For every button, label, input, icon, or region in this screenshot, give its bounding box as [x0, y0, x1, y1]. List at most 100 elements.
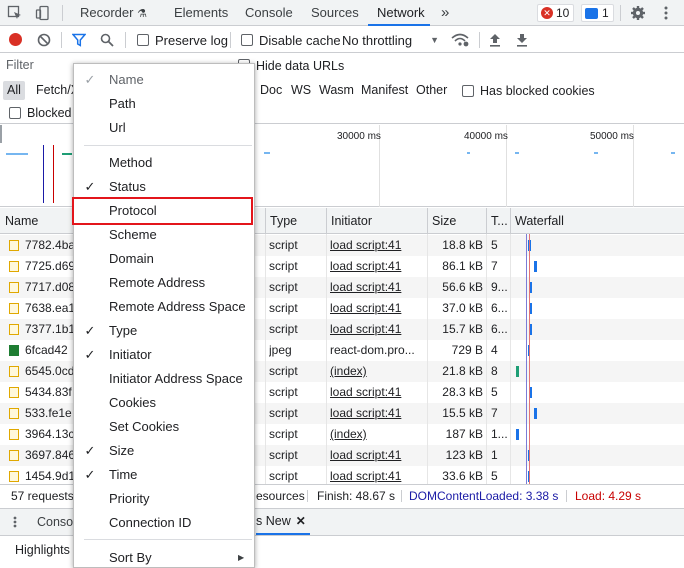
device-toolbar-icon[interactable]: [34, 4, 52, 22]
waterfall-bar: [530, 282, 532, 293]
cell-initiator[interactable]: load script:41: [330, 256, 424, 277]
cell-size: 15.7 kB: [442, 322, 483, 336]
column-context-menu: ✓ Name Path Url Method ✓ Status Protocol Scheme D…: [73, 63, 255, 568]
column-type-header[interactable]: Type: [265, 208, 297, 234]
error-icon: ✕: [541, 7, 553, 19]
tab-console[interactable]: Console: [245, 0, 293, 26]
column-name-header[interactable]: Name: [0, 208, 38, 234]
menu-item-label: Cookies: [109, 395, 156, 410]
message-icon: [585, 7, 598, 19]
blocked-requests-box[interactable]: [9, 107, 21, 119]
tab-recorder[interactable]: Recorder ⚗: [80, 0, 147, 26]
dcl-time: DOMContentLoaded: 3.38 s: [409, 489, 559, 503]
column-time-header[interactable]: T...: [486, 208, 508, 234]
has-blocked-cookies-box[interactable]: [462, 84, 474, 97]
menu-item-priority[interactable]: Priority: [74, 487, 254, 511]
cell-initiator[interactable]: load script:41: [330, 277, 424, 298]
menu-item-set-cookies[interactable]: Set Cookies: [74, 415, 254, 439]
cell-name: 3697.846: [25, 448, 73, 462]
overview-tick-40000: 40000 ms: [464, 131, 508, 142]
blocked-requests-checkbox[interactable]: Blocked: [9, 105, 71, 121]
menu-item-time[interactable]: ✓ Time: [74, 463, 254, 487]
drawer-menu-icon[interactable]: [12, 515, 18, 529]
column-initiator-header[interactable]: Initiator: [326, 208, 372, 234]
submenu-arrow-icon: ▶: [238, 553, 245, 562]
drawer-tab-console[interactable]: Conso: [37, 515, 73, 529]
cell-initiator[interactable]: load script:41: [330, 445, 424, 466]
hide-data-urls-checkbox[interactable]: I Hide data URLs: [256, 58, 344, 74]
network-conditions-icon[interactable]: [451, 32, 469, 48]
menu-separator: [84, 145, 252, 146]
close-icon[interactable]: ✕: [296, 514, 306, 528]
throttling-select[interactable]: No throttling ▼: [342, 27, 439, 53]
search-icon[interactable]: [99, 32, 115, 48]
column-waterfall-header[interactable]: Waterfall: [510, 208, 564, 234]
messages-badge[interactable]: 1: [581, 4, 614, 22]
menu-item-name: ✓ Name: [74, 68, 254, 92]
menu-item-initiator-address-space[interactable]: Initiator Address Space: [74, 367, 254, 391]
clear-icon[interactable]: [36, 32, 52, 48]
type-manifest[interactable]: Manifest: [361, 81, 408, 100]
type-wasm[interactable]: Wasm: [319, 81, 354, 100]
type-other[interactable]: Other: [416, 81, 447, 100]
more-tabs-button[interactable]: »: [441, 0, 449, 26]
has-blocked-cookies-checkbox[interactable]: Has blocked cookies: [462, 81, 595, 100]
type-doc[interactable]: Doc: [260, 81, 282, 100]
cell-initiator[interactable]: (index): [330, 361, 424, 382]
cell-time: 8: [491, 364, 498, 378]
menu-item-remote-address[interactable]: Remote Address: [74, 271, 254, 295]
tab-elements[interactable]: Elements: [174, 0, 228, 26]
overview-handle-left[interactable]: [0, 125, 2, 143]
menu-item-status[interactable]: ✓ Status: [74, 175, 254, 199]
menu-item-connection-id[interactable]: Connection ID: [74, 511, 254, 535]
cell-initiator[interactable]: load script:41: [330, 235, 424, 256]
script-file-icon: [9, 324, 19, 335]
menu-item-label: Name: [109, 72, 144, 87]
checkmark-icon: ✓: [84, 443, 96, 458]
cell-time: 5: [491, 385, 498, 399]
filter-icon[interactable]: [71, 32, 87, 48]
menu-item-domain[interactable]: Domain: [74, 247, 254, 271]
type-ws[interactable]: WS: [291, 81, 311, 100]
preserve-log-box[interactable]: [137, 34, 149, 46]
preserve-log-checkbox[interactable]: Preserve log: [137, 27, 228, 53]
drawer-tab-whats-new-label: s New: [256, 514, 291, 528]
cell-initiator[interactable]: load script:41: [330, 319, 424, 340]
image-file-icon: [9, 345, 19, 356]
tab-network[interactable]: Network: [368, 0, 430, 26]
type-all[interactable]: All: [3, 81, 25, 100]
menu-item-initiator[interactable]: ✓ Initiator: [74, 343, 254, 367]
inspect-element-icon[interactable]: [6, 4, 24, 22]
menu-item-remote-address-space[interactable]: Remote Address Space: [74, 295, 254, 319]
drawer-tab-whats-new[interactable]: s New ✕: [256, 509, 310, 535]
tab-recorder-label: Recorder: [80, 5, 134, 20]
menu-item-size[interactable]: ✓ Size: [74, 439, 254, 463]
more-options-icon[interactable]: [659, 4, 673, 22]
cell-initiator[interactable]: load script:41: [330, 382, 424, 403]
finish-time: Finish: 48.67 s: [317, 489, 396, 503]
menu-item-method[interactable]: Method: [74, 151, 254, 175]
menu-item-url[interactable]: Url: [74, 116, 254, 140]
column-size-header[interactable]: Size: [427, 208, 456, 234]
cell-initiator[interactable]: (index): [330, 424, 424, 445]
menu-item-label: Method: [109, 155, 153, 170]
overview-bar: [515, 152, 519, 154]
disable-cache-checkbox[interactable]: Disable cache: [241, 27, 341, 53]
menu-item-sort-by[interactable]: Sort By ▶: [74, 546, 254, 568]
cell-name: 6545.0cd: [25, 364, 73, 378]
filter-input[interactable]: Filter: [6, 58, 70, 74]
errors-badge[interactable]: ✕ 10: [537, 4, 575, 22]
cell-time: 6...: [491, 301, 508, 315]
settings-gear-icon[interactable]: [629, 4, 647, 22]
cell-initiator[interactable]: load script:41: [330, 403, 424, 424]
menu-item-type[interactable]: ✓ Type: [74, 319, 254, 343]
import-har-icon[interactable]: [488, 32, 502, 48]
menu-item-cookies[interactable]: Cookies: [74, 391, 254, 415]
cell-initiator[interactable]: load script:41: [330, 298, 424, 319]
disable-cache-box[interactable]: [241, 34, 253, 46]
export-har-icon[interactable]: [515, 32, 529, 48]
tab-sources[interactable]: Sources: [311, 0, 359, 26]
menu-item-path[interactable]: Path: [74, 92, 254, 116]
menu-item-scheme[interactable]: Scheme: [74, 223, 254, 247]
record-icon[interactable]: [9, 33, 22, 46]
